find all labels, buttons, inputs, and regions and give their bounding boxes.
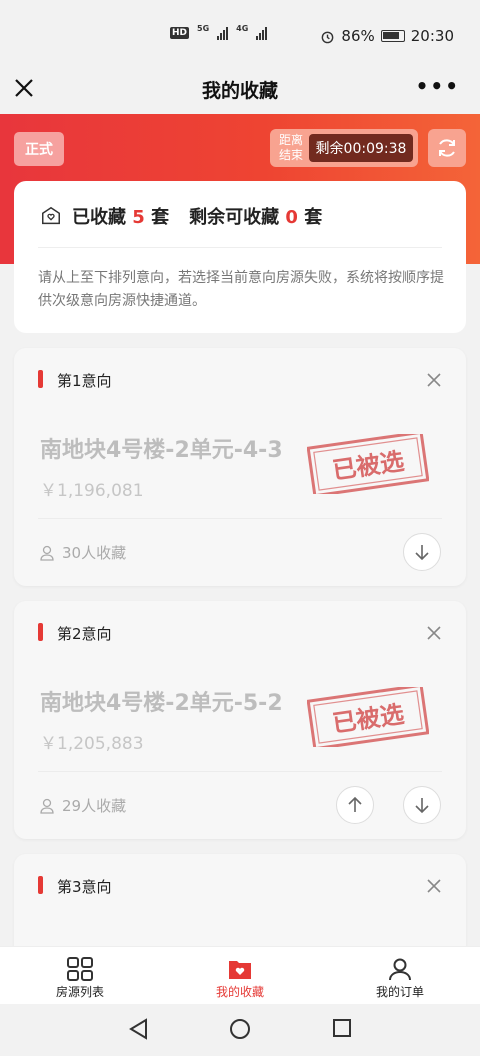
favorites-label: 29人收藏 <box>62 797 127 815</box>
remove-icon[interactable] <box>426 625 442 641</box>
accent-bar <box>38 370 43 388</box>
clock: 20:30 <box>410 27 454 45</box>
countdown-label: 距离结束 <box>278 133 303 162</box>
move-down-button[interactable] <box>403 533 441 571</box>
user-icon <box>389 958 411 981</box>
battery-icon <box>380 30 405 42</box>
countdown-box: 距离结束 剩余00:09:38 <box>270 129 418 167</box>
card-title: 第1意向 <box>57 372 112 390</box>
more-icon[interactable]: ••• <box>416 74 460 98</box>
arrow-down-icon <box>415 545 429 561</box>
divider <box>38 771 442 772</box>
mode-tag: 正式 <box>14 132 64 166</box>
hd-badge: HD <box>170 27 190 39</box>
selected-stamp: 已被选 <box>307 687 429 747</box>
summary-header: 已收藏 5 套 剩余可收藏 0 套 <box>40 203 322 229</box>
property-price: ￥1,205,883 <box>40 734 144 754</box>
page-title: 我的收藏 <box>201 80 278 102</box>
arrow-down-icon <box>415 798 429 814</box>
tab-label: 我的订单 <box>375 985 424 999</box>
property-name: 南地块4号楼-2单元-5-2 <box>40 691 283 716</box>
back-icon[interactable] <box>128 1018 150 1044</box>
tab-my-orders[interactable]: 我的订单 <box>320 947 480 1004</box>
recents-icon[interactable] <box>332 1018 352 1042</box>
divider <box>38 247 442 248</box>
tab-label: 房源列表 <box>55 985 104 999</box>
status-right: 86% 20:30 <box>320 27 454 45</box>
system-nav-bar <box>0 1004 480 1056</box>
network-4g: 4G <box>236 23 249 33</box>
signal-icon <box>217 26 229 40</box>
signal-icon <box>256 26 268 40</box>
remove-icon[interactable] <box>426 878 442 894</box>
home-icon[interactable] <box>229 1018 251 1044</box>
folder-heart-icon <box>229 961 251 979</box>
favorites-label: 30人收藏 <box>62 544 127 562</box>
accent-bar <box>38 876 43 894</box>
summary-note: 请从上至下排列意向，若选择当前意向房源失败，系统将按顺序提供次级意向房源快捷通道… <box>38 270 444 309</box>
nav-bar: 我的收藏 ••• <box>0 70 480 114</box>
remove-icon[interactable] <box>426 372 442 388</box>
divider <box>38 518 442 519</box>
intention-card-3: 第3意向 <box>14 854 466 946</box>
grid-icon <box>67 957 93 981</box>
tab-label: 我的收藏 <box>215 985 264 999</box>
favorites-count: 30人收藏 <box>40 542 126 563</box>
selected-stamp: 已被选 <box>307 434 429 494</box>
collected-text: 已收藏 5 套 <box>72 207 170 228</box>
favorites-count: 29人收藏 <box>40 795 126 816</box>
refresh-icon <box>439 139 455 157</box>
countdown-timer: 剩余00:09:38 <box>309 134 413 162</box>
status-bar: HD 5G 4G 86% 20:30 <box>0 0 480 70</box>
intention-card-1: 第1意向 南地块4号楼-2单元-4-3 ￥1,196,081 已被选 30人收藏 <box>14 348 466 586</box>
summary-card: 已收藏 5 套 剩余可收藏 0 套 请从上至下排列意向，若选择当前意向房源失败，… <box>14 181 466 333</box>
accent-bar <box>38 623 43 641</box>
signal-area: HD 5G 4G <box>170 23 268 40</box>
arrow-up-icon <box>348 796 362 812</box>
intention-card-2: 第2意向 南地块4号楼-2单元-5-2 ￥1,205,883 已被选 29人收藏 <box>14 601 466 839</box>
alarm-icon <box>322 31 334 43</box>
tab-property-list[interactable]: 房源列表 <box>0 947 160 1004</box>
collected-count: 5 <box>132 207 145 228</box>
remaining-text: 剩余可收藏 0 套 <box>189 207 323 228</box>
user-icon <box>40 798 54 814</box>
remaining-count: 0 <box>285 207 298 228</box>
battery-percent: 86% <box>341 27 375 45</box>
refresh-button[interactable] <box>428 129 466 167</box>
move-up-button[interactable] <box>336 786 374 824</box>
property-name: 南地块4号楼-2单元-4-3 <box>40 438 283 463</box>
network-5g: 5G <box>197 23 210 33</box>
property-price: ￥1,196,081 <box>40 481 144 501</box>
move-down-button[interactable] <box>403 786 441 824</box>
card-title: 第3意向 <box>57 878 112 896</box>
house-heart-icon <box>42 206 60 225</box>
bottom-tab-bar: 房源列表 我的收藏 我的订单 <box>0 946 480 1004</box>
card-title: 第2意向 <box>57 625 112 643</box>
tab-my-favorites[interactable]: 我的收藏 <box>160 947 320 1004</box>
user-icon <box>40 545 54 561</box>
